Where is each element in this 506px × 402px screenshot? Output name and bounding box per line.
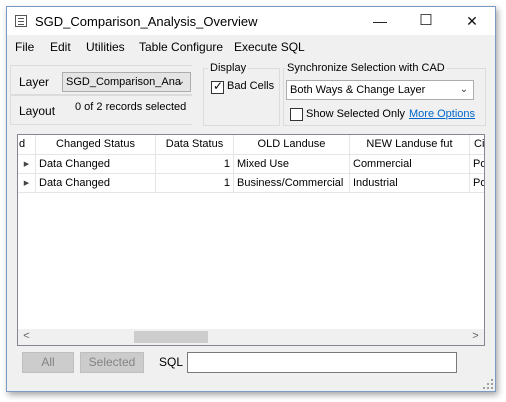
main-window: SGD_Comparison_Analysis_Overview — ☐ ✕ F… [6, 6, 496, 392]
check-icon: ✓ [213, 79, 224, 93]
maximize-button[interactable]: ☐ [403, 7, 449, 35]
sync-dropdown[interactable]: Both Ways & Change Layer ⌄ [286, 80, 474, 100]
menu-bar: File Edit Utilities Table Configure Exec… [7, 37, 495, 57]
table-cell[interactable]: Mixed Use [234, 155, 350, 174]
table-cell[interactable]: Data Changed [36, 174, 156, 193]
display-group [203, 68, 280, 126]
table-cell[interactable]: Commercial [350, 155, 470, 174]
table-cell[interactable]: 1 [156, 155, 234, 174]
layout-label: Layout [19, 104, 56, 118]
table-cell[interactable]: Data Changed [36, 155, 156, 174]
layer-dropdown[interactable]: SGD_Comparison_Ana ⌄ [62, 72, 191, 92]
scroll-right-icon[interactable]: > [467, 329, 484, 345]
sql-label: SQL [159, 355, 184, 369]
menu-table-configure[interactable]: Table Configure [139, 40, 223, 54]
sync-title: Synchronize Selection with CAD [285, 62, 447, 74]
display-title: Display [208, 62, 249, 74]
menu-file[interactable]: File [15, 40, 34, 54]
column-header[interactable]: OLD Landuse [234, 135, 350, 155]
sync-dropdown-value: Both Ways & Change Layer [290, 84, 426, 96]
records-selected-text: 0 of 2 records selected [75, 101, 187, 113]
horizontal-scrollbar[interactable]: < > [17, 329, 485, 346]
scroll-thumb[interactable] [134, 331, 208, 343]
show-selected-checkbox[interactable] [290, 108, 303, 121]
resize-grip-icon[interactable] [483, 379, 493, 389]
layer-dropdown-value: SGD_Comparison_Ana [66, 76, 181, 88]
table-icon [15, 15, 27, 27]
sql-input[interactable] [187, 352, 457, 373]
bad-cells-checkbox[interactable]: ✓ [211, 79, 224, 94]
chevron-down-icon: ⌄ [176, 76, 186, 87]
table-cell[interactable]: Poly [470, 155, 484, 174]
column-header[interactable]: Changed Status [36, 135, 156, 155]
table-cell[interactable]: Industrial [350, 174, 470, 193]
column-header[interactable]: City [470, 135, 484, 155]
menu-execute-sql[interactable]: Execute SQL [234, 40, 305, 54]
chevron-down-icon: ⌄ [459, 84, 469, 95]
more-options-link[interactable]: More Options [409, 108, 475, 120]
close-button[interactable]: ✕ [449, 7, 495, 35]
table-cell[interactable]: 1 [156, 174, 234, 193]
selected-button[interactable]: Selected [80, 352, 144, 373]
menu-utilities[interactable]: Utilities [86, 40, 125, 54]
title-bar: SGD_Comparison_Analysis_Overview — ☐ ✕ [7, 7, 495, 35]
column-header[interactable]: NEW Landuse fut [350, 135, 470, 155]
show-selected-label: Show Selected Only [306, 108, 406, 120]
scroll-left-icon[interactable]: < [18, 329, 35, 345]
row-expand-icon[interactable]: ▶ [18, 174, 36, 193]
table-cell[interactable]: Poly [470, 174, 484, 193]
menu-edit[interactable]: Edit [50, 40, 71, 54]
data-table: d Changed Status Data Status OLD Landuse… [17, 134, 485, 346]
all-button[interactable]: All [22, 352, 74, 373]
minimize-button[interactable]: — [357, 7, 403, 35]
window-title: SGD_Comparison_Analysis_Overview [35, 14, 258, 29]
layer-label: Layer [19, 75, 50, 89]
table-cell[interactable]: Business/Commercial [234, 174, 350, 193]
column-header[interactable]: Data Status [156, 135, 234, 155]
row-expand-icon[interactable]: ▶ [18, 155, 36, 174]
column-header[interactable]: d [18, 135, 36, 155]
bad-cells-label: Bad Cells [227, 80, 275, 92]
